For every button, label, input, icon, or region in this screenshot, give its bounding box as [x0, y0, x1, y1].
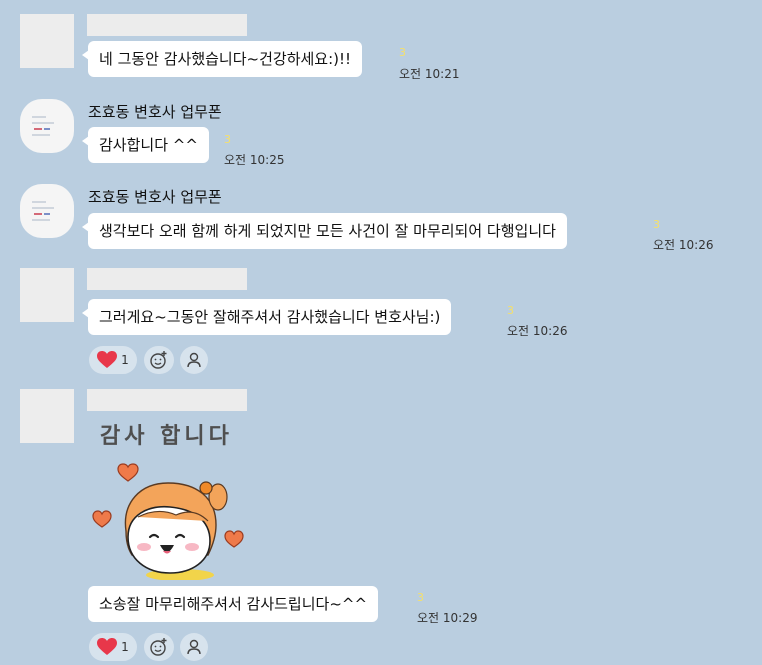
- add-reaction-icon: [149, 350, 169, 370]
- person-icon: [186, 638, 202, 656]
- unread-count: 3: [399, 46, 406, 59]
- message-bubble[interactable]: 감사합니다 ^^: [82, 127, 209, 163]
- heart-icon: [97, 351, 118, 369]
- reaction-members-button[interactable]: [180, 633, 208, 661]
- sender-name-redacted: [87, 389, 247, 411]
- sticker-text: 감사 합니다: [100, 424, 233, 449]
- add-reaction-button[interactable]: [144, 346, 174, 374]
- add-reaction-button[interactable]: [144, 633, 174, 661]
- unread-count: 3: [417, 591, 424, 604]
- message-time: 오전 10:29: [417, 611, 478, 625]
- message-bubble[interactable]: 생각보다 오래 함께 하게 되었지만 모든 사건이 잘 마무리되어 다행입니다: [82, 213, 567, 249]
- message-bubble[interactable]: 네 그동안 감사했습니다~건강하세요:)!!: [81, 41, 363, 77]
- heart-reaction-button[interactable]: 1: [89, 346, 137, 374]
- message-time: 오전 10:25: [224, 153, 285, 167]
- avatar[interactable]: [20, 99, 74, 153]
- unread-count: 3: [507, 304, 514, 317]
- sender-name-redacted: [87, 268, 247, 290]
- person-icon: [186, 351, 202, 369]
- message-time: 오전 10:26: [507, 324, 568, 338]
- message-time: 오전 10:21: [399, 67, 460, 81]
- avatar[interactable]: [20, 14, 74, 68]
- message-time: 오전 10:26: [653, 238, 714, 252]
- message-bubble[interactable]: 그러게요~그동안 잘해주셔서 감사했습니다 변호사님:): [81, 299, 452, 335]
- message-bubble[interactable]: 소송잘 마무리해주셔서 감사드립니다~^^: [88, 586, 379, 622]
- avatar[interactable]: [20, 389, 74, 443]
- sender-name-redacted: [87, 14, 247, 36]
- reaction-count: 1: [121, 640, 129, 654]
- unread-count: 3: [224, 133, 231, 146]
- reaction-count: 1: [121, 353, 129, 367]
- reaction-members-button[interactable]: [180, 346, 208, 374]
- avatar[interactable]: [20, 268, 74, 322]
- document-thumbnail-icon: [32, 197, 62, 225]
- add-reaction-icon: [149, 637, 169, 657]
- sender-name: 조효동 변호사 업무폰: [88, 188, 222, 206]
- unread-count: 3: [653, 218, 660, 231]
- heart-icon: [97, 638, 118, 656]
- sticker-image[interactable]: [88, 455, 258, 581]
- avatar[interactable]: [20, 184, 74, 238]
- document-thumbnail-icon: [32, 112, 62, 140]
- sender-name: 조효동 변호사 업무폰: [88, 103, 222, 121]
- heart-reaction-button[interactable]: 1: [89, 633, 137, 661]
